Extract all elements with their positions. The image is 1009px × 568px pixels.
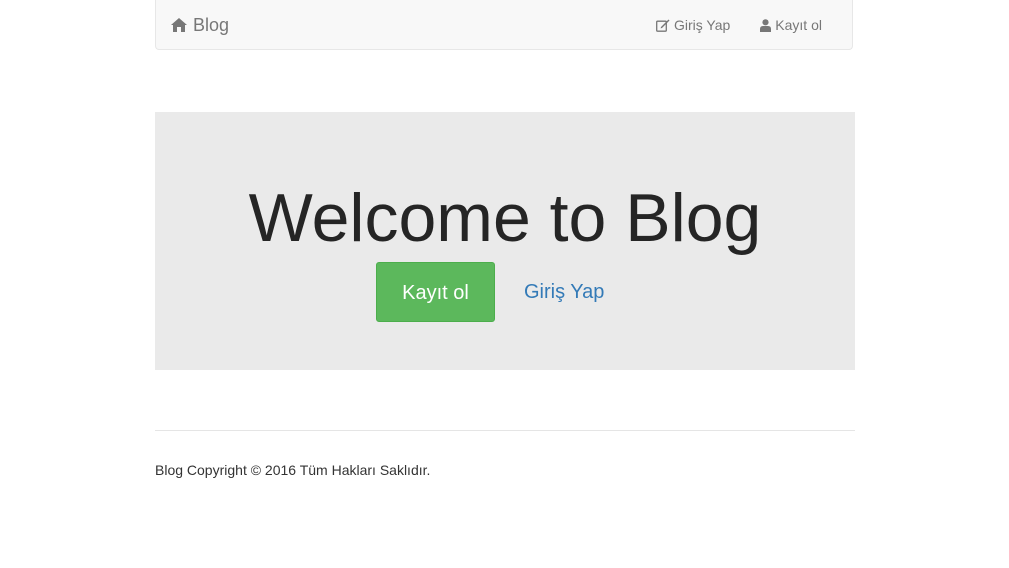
brand-link[interactable]: Blog (171, 0, 229, 50)
register-button[interactable]: Kayıt ol (376, 262, 495, 322)
brand-label: Blog (193, 14, 230, 35)
login-link[interactable]: Giriş Yap (524, 281, 604, 304)
nav-right: Giriş Yap Kayıt ol (641, 0, 837, 50)
nav-login-link[interactable]: Giriş Yap (641, 0, 745, 50)
nav-register-link[interactable]: Kayıt ol (745, 0, 837, 50)
jumbotron-actions: Kayıt ol Giriş Yap (376, 262, 604, 322)
home-icon (171, 18, 187, 32)
nav-register-label: Kayıt ol (775, 17, 822, 33)
jumbotron: Welcome to Blog Kayıt ol Giriş Yap (155, 112, 855, 370)
user-icon (760, 18, 772, 32)
footer-copyright: Blog Copyright © 2016 Tüm Hakları Saklıd… (155, 462, 431, 478)
nav-login-label: Giriş Yap (674, 17, 731, 33)
footer-divider (155, 430, 855, 431)
edit-icon (656, 19, 670, 32)
navbar: Blog Giriş Yap Kayıt ol (155, 0, 853, 50)
page-title: Welcome to Blog (248, 180, 762, 256)
